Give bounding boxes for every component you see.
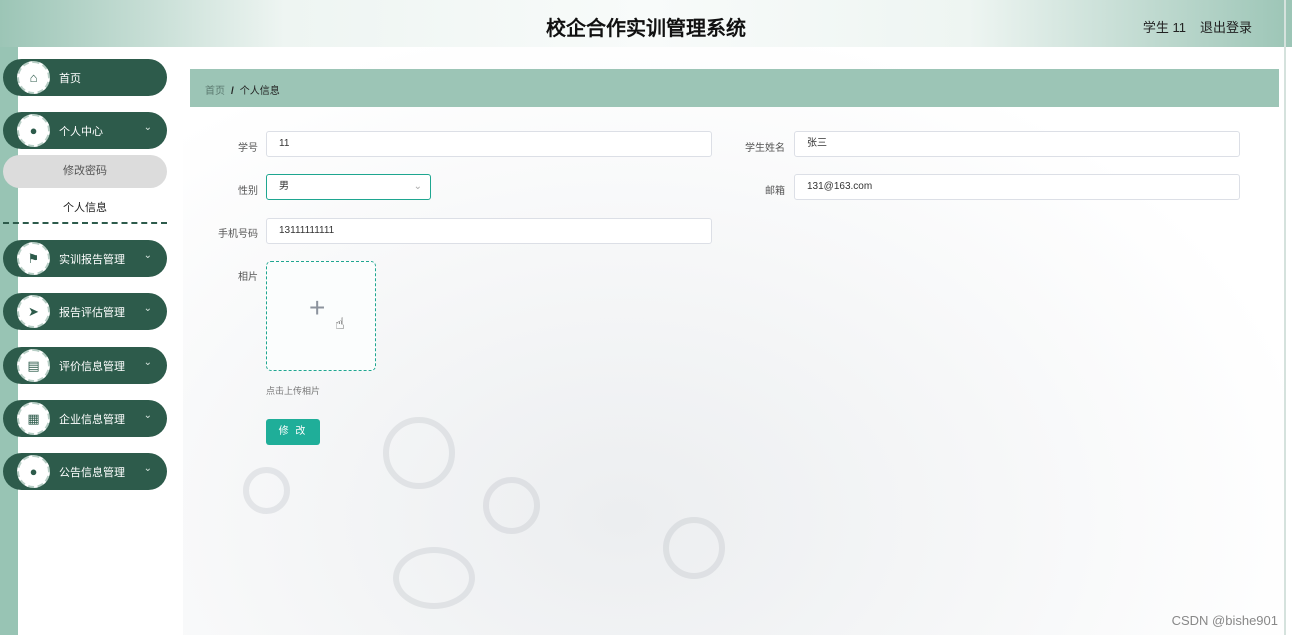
email-label: 邮箱 bbox=[765, 186, 785, 197]
droplet-decor bbox=[383, 417, 455, 489]
hand-pointer-icon: ☝ bbox=[335, 316, 345, 333]
right-edge-border bbox=[1284, 0, 1286, 635]
breadcrumb: 首页 / 个人信息 bbox=[190, 69, 1279, 107]
system-title: 校企合作实训管理系统 bbox=[546, 18, 746, 40]
droplet-decor bbox=[393, 547, 475, 609]
droplet-decor bbox=[243, 467, 290, 514]
send-icon: ➤ bbox=[17, 295, 50, 328]
grid-icon: ▦ bbox=[17, 402, 50, 435]
photo-upload[interactable]: + ☝ bbox=[266, 261, 376, 371]
top-header: 校企合作实训管理系统 学生 11 退出登录 bbox=[0, 0, 1292, 47]
sidebar-item-evaluation-info[interactable]: ▤ 评价信息管理 ⌄ bbox=[3, 347, 167, 384]
breadcrumb-home[interactable]: 首页 bbox=[205, 86, 225, 97]
droplet-decor bbox=[483, 477, 540, 534]
phone-field[interactable]: 13111111111 bbox=[266, 218, 712, 244]
chevron-down-icon: ⌄ bbox=[143, 357, 152, 368]
chevron-down-icon: ⌄ bbox=[143, 303, 152, 314]
email-field[interactable]: 131@163.com bbox=[794, 174, 1240, 200]
sidebar-item-label: 报告评估管理 bbox=[59, 307, 125, 319]
sidebar: ⌂ 首页 ● 个人中心 ⌄ 修改密码 个人信息 ⚑ 实训报告管理 ⌄ ➤ 报告评… bbox=[3, 47, 173, 635]
sidebar-item-label: 实训报告管理 bbox=[59, 254, 125, 266]
student-name-field[interactable]: 张三 bbox=[794, 131, 1240, 157]
home-icon: ⌂ bbox=[17, 61, 50, 94]
chevron-down-icon: ⌄ bbox=[413, 181, 422, 192]
chevron-down-icon: ⌄ bbox=[143, 463, 152, 474]
chevron-down-icon: ⌄ bbox=[143, 250, 152, 261]
current-user: 学生 11 bbox=[1142, 20, 1186, 35]
plus-icon: + bbox=[309, 292, 326, 323]
student-name-label: 学生姓名 bbox=[745, 143, 785, 154]
sidebar-subitem-change-password[interactable]: 修改密码 bbox=[3, 155, 167, 188]
chart-icon: ▤ bbox=[17, 349, 50, 382]
flag-icon: ⚑ bbox=[17, 242, 50, 275]
sidebar-item-label: 公告信息管理 bbox=[59, 467, 125, 479]
phone-label: 手机号码 bbox=[218, 229, 258, 240]
sidebar-item-label: 首页 bbox=[59, 73, 81, 85]
student-id-label: 学号 bbox=[238, 143, 258, 154]
logout-link[interactable]: 退出登录 bbox=[1200, 17, 1252, 36]
sidebar-item-personal-center[interactable]: ● 个人中心 ⌄ bbox=[3, 112, 167, 149]
sidebar-subitem-personal-info[interactable]: 个人信息 bbox=[3, 192, 167, 225]
sidebar-item-home[interactable]: ⌂ 首页 bbox=[3, 59, 167, 96]
chevron-down-icon: ⌄ bbox=[143, 122, 152, 133]
sidebar-item-announcement[interactable]: ● 公告信息管理 ⌄ bbox=[3, 453, 167, 490]
photo-label: 相片 bbox=[238, 272, 258, 283]
watermark: CSDN @bishe901 bbox=[1171, 613, 1278, 628]
sidebar-item-training-report[interactable]: ⚑ 实训报告管理 ⌄ bbox=[3, 240, 167, 277]
sidebar-item-enterprise-info[interactable]: ▦ 企业信息管理 ⌄ bbox=[3, 400, 167, 437]
modify-button[interactable]: 修 改 bbox=[266, 419, 320, 445]
sidebar-item-label: 个人中心 bbox=[59, 126, 103, 138]
breadcrumb-current: 个人信息 bbox=[239, 86, 280, 97]
user-icon: ● bbox=[17, 114, 50, 147]
gender-label: 性别 bbox=[238, 186, 258, 197]
user-icon: ● bbox=[17, 455, 50, 488]
upload-tip: 点击上传相片 bbox=[266, 386, 321, 396]
gender-select-value: 男 bbox=[279, 181, 289, 192]
breadcrumb-separator: / bbox=[231, 86, 234, 97]
gender-select[interactable]: 男 ⌄ bbox=[266, 174, 431, 200]
sidebar-item-report-evaluation[interactable]: ➤ 报告评估管理 ⌄ bbox=[3, 293, 167, 330]
student-id-field[interactable]: 11 bbox=[266, 131, 712, 157]
submenu-divider bbox=[3, 222, 167, 224]
droplet-decor bbox=[663, 517, 725, 579]
chevron-down-icon: ⌄ bbox=[143, 410, 152, 421]
sidebar-item-label: 评价信息管理 bbox=[59, 361, 125, 373]
sidebar-item-label: 企业信息管理 bbox=[59, 414, 125, 426]
